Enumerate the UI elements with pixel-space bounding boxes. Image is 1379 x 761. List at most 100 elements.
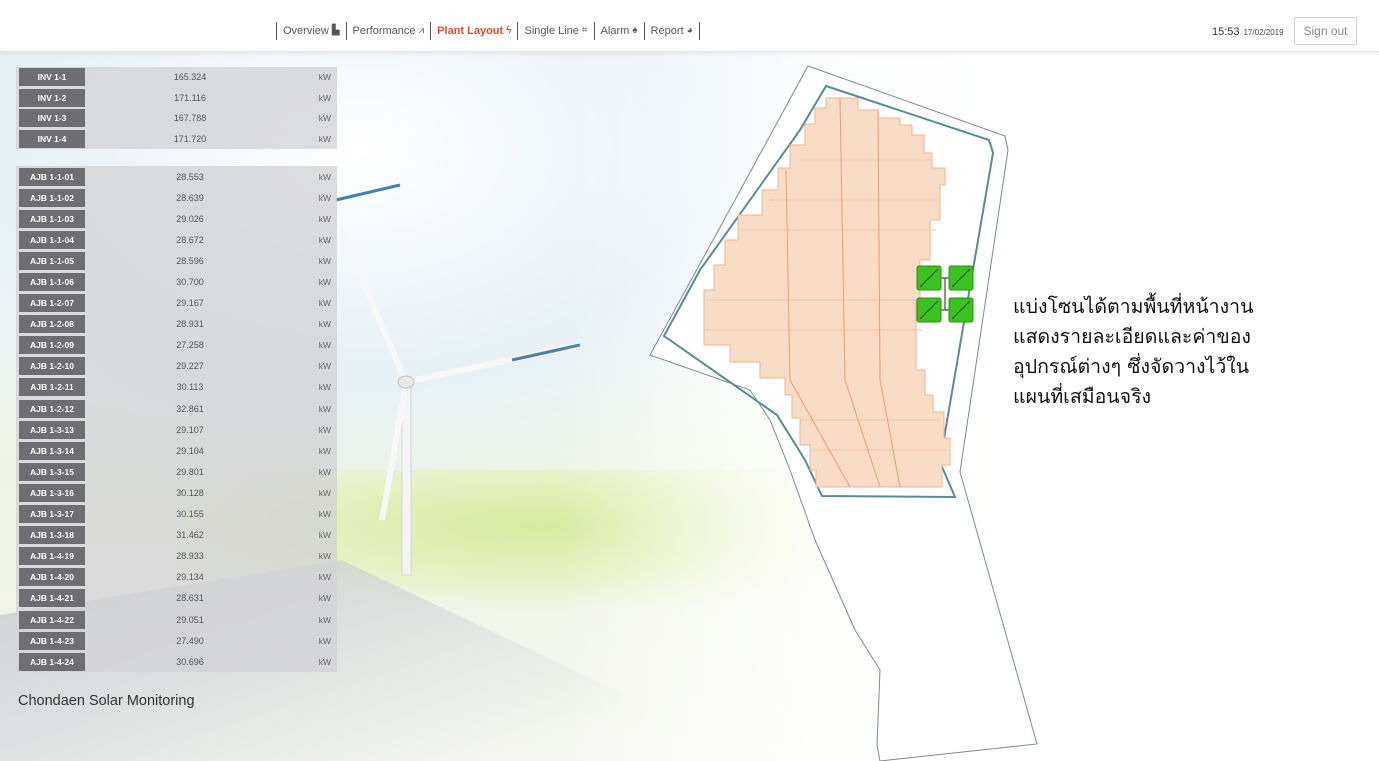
power-value: 28.933: [176, 551, 204, 562]
ajb-row[interactable]: AJB 1-2-07 29.167 kW: [16, 293, 337, 314]
ajb-row[interactable]: AJB 1-4-21 28.631 kW: [16, 588, 337, 609]
nav-plant-layout[interactable]: Plant Layout ϟ: [437, 25, 511, 37]
ajb-row[interactable]: AJB 1-4-19 28.933 kW: [16, 546, 337, 567]
power-value: 28.631: [176, 593, 204, 604]
ajb-row[interactable]: AJB 1-3-16 30.128 kW: [16, 482, 337, 503]
globe-icon: ◕: [686, 25, 693, 36]
power-value: 28.931: [176, 319, 204, 330]
power-value: 167.788: [173, 113, 207, 124]
power-unit: kW: [318, 133, 331, 144]
power-value: 29.104: [176, 445, 204, 456]
device-label: INV 1-4: [19, 129, 85, 148]
power-unit: kW: [318, 656, 331, 667]
ajb-row[interactable]: AJB 1-4-22 29.051 kW: [16, 609, 337, 630]
nav-single-line[interactable]: Single Line ⌗: [524, 25, 587, 37]
power-value: 171.116: [174, 92, 206, 103]
nav-separator: [517, 22, 519, 40]
ajb-row[interactable]: AJB 1-1-02 28.639 kW: [16, 187, 337, 208]
power-unit: kW: [318, 635, 331, 646]
power-value: 29.134: [176, 572, 204, 583]
power-value: 27.490: [176, 635, 204, 646]
device-label: AJB 1-3-15: [19, 462, 85, 481]
ajb-row[interactable]: AJB 1-4-20 29.134 kW: [16, 567, 337, 588]
ajb-row[interactable]: AJB 1-4-24 30.696 kW: [16, 651, 337, 672]
ajb-row[interactable]: AJB 1-3-14 29.104 kW: [16, 440, 337, 461]
nav-label: Report: [650, 25, 684, 37]
inverter-icon-3[interactable]: [916, 297, 942, 323]
power-value: 171.720: [173, 133, 207, 144]
sign-out-button[interactable]: Sign out: [1294, 17, 1357, 45]
power-unit: kW: [318, 340, 331, 351]
device-label: AJB 1-3-16: [19, 483, 85, 502]
inverter-icon-2[interactable]: [948, 265, 974, 291]
device-label: AJB 1-2-09: [19, 336, 85, 355]
power-unit: kW: [318, 403, 331, 414]
power-value: 30.700: [176, 277, 204, 288]
ajb-row[interactable]: AJB 1-3-13 29.107 kW: [16, 419, 337, 440]
nav-report[interactable]: Report ◕: [651, 25, 693, 37]
inverter-row[interactable]: INV 1-3 167.788 kW: [16, 108, 337, 129]
power-unit: kW: [318, 382, 331, 393]
nav-label: Single Line: [524, 25, 579, 37]
ajb-row[interactable]: AJB 1-4-23 27.490 kW: [16, 630, 337, 651]
device-label: AJB 1-4-22: [19, 610, 85, 629]
nav-performance[interactable]: Performance ⩘: [353, 25, 425, 37]
device-label: AJB 1-1-05: [19, 251, 85, 270]
power-unit: kW: [318, 255, 331, 266]
ajb-row[interactable]: AJB 1-2-09 27.258 kW: [16, 335, 337, 356]
ajb-row[interactable]: AJB 1-2-12 32.861 kW: [16, 398, 337, 419]
ajb-row[interactable]: AJB 1-1-03 29.026 kW: [16, 208, 337, 229]
power-value: 165.324: [173, 72, 207, 83]
ajb-row[interactable]: AJB 1-1-06 30.700 kW: [16, 271, 337, 292]
power-unit: kW: [318, 361, 331, 372]
power-value: 30.113: [176, 382, 204, 393]
power-unit: kW: [318, 487, 331, 498]
nav-alarm[interactable]: Alarm ♠: [601, 25, 638, 37]
power-unit: kW: [318, 277, 331, 288]
ajb-row[interactable]: AJB 1-2-08 28.931 kW: [16, 314, 337, 335]
ajb-row[interactable]: AJB 1-3-17 30.155 kW: [16, 504, 337, 525]
ajb-row[interactable]: AJB 1-1-01 28.553 kW: [16, 166, 337, 187]
ajb-row[interactable]: AJB 1-1-05 28.596 kW: [16, 250, 337, 271]
nav-separator: [430, 22, 432, 40]
nav-separator: [698, 22, 700, 40]
nav-overview[interactable]: Overview ▙: [283, 25, 340, 37]
area-chart-icon: ▙: [331, 25, 340, 36]
brand-title: Chondaen Solar Monitoring: [18, 693, 195, 709]
ajb-row[interactable]: AJB 1-3-15 29.801 kW: [16, 461, 337, 482]
ajb-row[interactable]: AJB 1-1-04 28.672 kW: [16, 229, 337, 250]
layout-caption: แบ่งโซนได้ตามพื้นที่หน้างาน แสดงรายละเอีย…: [1013, 292, 1343, 412]
device-label: AJB 1-2-08: [19, 315, 85, 334]
device-label: INV 1-2: [19, 88, 85, 107]
power-value: 28.639: [176, 192, 204, 203]
top-bar: Overview ▙ Performance ⩘ Plant Layout ϟ Single…: [0, 0, 1379, 52]
device-label: AJB 1-2-12: [19, 399, 85, 418]
device-label: AJB 1-1-04: [19, 230, 85, 249]
inverter-row[interactable]: INV 1-1 165.324 kW: [16, 67, 337, 88]
power-value: 29.026: [176, 213, 204, 224]
caption-line: แผนที่เสมือนจริง: [1013, 385, 1152, 408]
power-value: 30.128: [176, 487, 204, 498]
pv-array: [703, 97, 951, 488]
ajb-row[interactable]: AJB 1-3-18 31.462 kW: [16, 525, 337, 546]
power-unit: kW: [318, 319, 331, 330]
ajb-row[interactable]: AJB 1-2-10 29.227 kW: [16, 356, 337, 377]
inverter-row[interactable]: INV 1-2 171.116 kW: [16, 88, 337, 109]
device-label: AJB 1-4-20: [19, 568, 85, 587]
clock-date: 17/02/2019: [1243, 28, 1284, 37]
device-label: AJB 1-3-17: [19, 505, 85, 524]
nav-separator: [593, 22, 595, 40]
nav-label: Alarm: [600, 25, 630, 37]
device-label: INV 1-3: [19, 109, 85, 128]
power-unit: kW: [318, 171, 331, 182]
ajb-row[interactable]: AJB 1-2-11 30.113 kW: [16, 377, 337, 398]
inverter-row[interactable]: INV 1-4 171.720 kW: [16, 129, 337, 150]
bell-icon: ♠: [632, 25, 638, 36]
inverter-icon-4[interactable]: [948, 297, 974, 323]
inverter-icon-1[interactable]: [916, 265, 942, 291]
device-label: AJB 1-1-03: [19, 209, 85, 228]
device-label: AJB 1-1-02: [19, 188, 85, 207]
power-unit: kW: [318, 551, 331, 562]
power-unit: kW: [318, 92, 331, 103]
device-label: AJB 1-2-10: [19, 357, 85, 376]
